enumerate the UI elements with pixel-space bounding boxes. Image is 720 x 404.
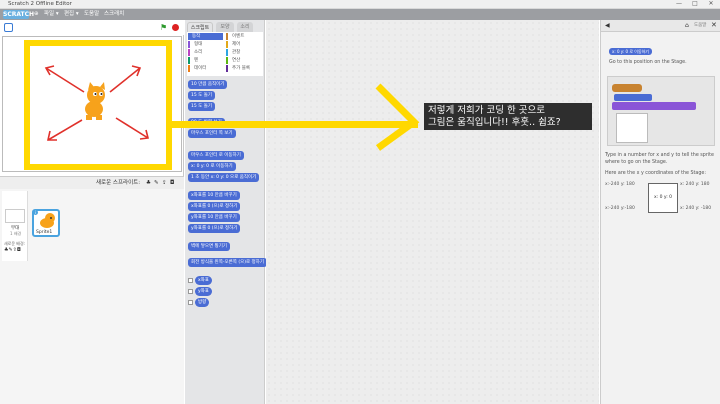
home-icon[interactable]: ⌂ [685, 22, 689, 29]
block-change-y[interactable]: y좌표를 10 만큼 바꾸기 [188, 213, 240, 222]
reporter-y-position[interactable]: y좌표 [195, 287, 212, 296]
checkbox-direction[interactable] [188, 300, 193, 305]
globe-icon[interactable]: ⊕ [34, 9, 39, 20]
checkbox-y-position[interactable] [188, 289, 193, 294]
category-sensing[interactable]: 관찰 [226, 49, 261, 56]
category-control[interactable]: 제어 [226, 41, 261, 48]
tab-scripts[interactable]: 스크립트 [187, 22, 213, 32]
tips-header: ◀ ⌂ 도움말 ✕ [601, 20, 720, 32]
stage-coordinate-diagram: x: 0 y: 0 [648, 183, 678, 213]
block-bounce[interactable]: 벽에 닿으면 튕기기 [188, 242, 230, 251]
reporter-direction[interactable]: 방향 [195, 298, 210, 307]
menu-bar: SCRATCH ⊕ 파일 ▾ 편집 ▾ 도움말 스크래치 [0, 9, 720, 20]
app-window: Scratch 2 Offline Editor — □ ✕ SCRATCH ⊕… [0, 0, 720, 404]
category-looks[interactable]: 형태 [188, 41, 223, 48]
camera-icon[interactable]: ◘ [170, 177, 174, 189]
stage-thumb-panel: 무대 1 배경 새로운 배경: ♣✎⇪◘ [2, 191, 28, 261]
tab-costumes[interactable]: 모양 [216, 22, 234, 32]
block-point-towards[interactable]: 마우스 포인터 쪽 보기 [188, 129, 236, 138]
info-icon[interactable]: i [33, 210, 38, 215]
close-tips-icon[interactable]: ✕ [711, 21, 717, 29]
tip-say-block [612, 102, 696, 110]
coord-top-left: x:-240 y: 180 [605, 182, 635, 187]
block-set-x[interactable]: x좌표를 0 (으)로 정하기 [188, 202, 241, 211]
tip-stage-preview [616, 113, 648, 143]
checkbox-x-position[interactable] [188, 278, 193, 283]
tab-sounds[interactable]: 소리 [237, 22, 253, 32]
category-sound[interactable]: 소리 [188, 49, 223, 56]
block-rotation-style[interactable]: 회전 방식을 왼쪽-오른쪽 (으)로 정하기 [188, 258, 267, 267]
paint-icon[interactable]: ✎ [154, 177, 159, 189]
yellow-arrow-head [375, 83, 420, 151]
cat-sprite-icon[interactable] [76, 82, 112, 122]
tip-motion-block [614, 94, 652, 101]
sprite-library-icon[interactable]: ♣ [146, 177, 151, 189]
back-icon[interactable]: ◀ [605, 22, 610, 29]
stage-thumbnail[interactable] [5, 209, 25, 223]
scratch-logo[interactable]: SCRATCH [3, 10, 34, 19]
scripts-area[interactable] [266, 20, 599, 404]
tips-title: 도움말 [694, 23, 707, 28]
fullscreen-icon[interactable] [4, 23, 13, 32]
menu-file[interactable]: 파일 ▾ [44, 9, 59, 20]
block-change-x[interactable]: x좌표를 10 만큼 바꾸기 [188, 191, 240, 200]
sprite-pane-header: 새로운 스프라이트: ♣ ✎ ⇪ ◘ [0, 177, 184, 189]
sprite-name: Sprite1 [36, 230, 53, 235]
cat-sprite-icon [40, 213, 55, 228]
menu-scratch[interactable]: 스크래치 [104, 9, 124, 20]
new-sprite-label: 새로운 스프라이트: [96, 180, 141, 186]
annotation-line-1: 저렇게 저희가 코딩 한 곳으로 [428, 105, 545, 116]
tip-when-flag-block [612, 84, 642, 92]
sprite-pane: 새로운 스프라이트: ♣ ✎ ⇪ ◘ 무대 1 배경 새로운 배경: ♣✎⇪◘ [0, 176, 184, 404]
tip-paragraph-2: Here are the x y coordinates of the Stag… [605, 171, 706, 176]
reporter-x-position[interactable]: x좌표 [195, 276, 212, 285]
category-events[interactable]: 이벤트 [226, 33, 261, 40]
upload-icon[interactable]: ⇪ [162, 177, 167, 189]
block-palette: 스크립트 모양 소리 동작 형태 소리 펜 데이터 이벤트 제어 관찰 연산 추… [185, 20, 267, 404]
tip-paragraph-1: Type in a number for x and y to tell the… [605, 153, 714, 165]
window-title: Scratch 2 Offline Editor [8, 1, 72, 7]
minimize-button[interactable]: — [672, 0, 686, 8]
backdrop-tools-icon[interactable]: ♣✎⇪◘ [4, 247, 21, 253]
category-more-blocks[interactable]: 추가 블록 [226, 65, 261, 72]
category-data[interactable]: 데이터 [188, 65, 223, 72]
menu-help[interactable]: 도움말 [84, 9, 99, 20]
block-go-to-xy[interactable]: x: 0 y: 0 로 이동하기 [188, 162, 236, 171]
sprite-thumbnail[interactable]: Sprite1 i [32, 209, 60, 237]
backdrop-count: 1 배경 [10, 231, 22, 236]
block-move-steps[interactable]: 10 만큼 움직이기 [188, 80, 228, 89]
menu-edit[interactable]: 편집 ▾ [64, 9, 79, 20]
annotation-line-2: 그림은 움직입니다!! 후훗.. 쉽죠? [428, 117, 561, 128]
tip-block-go-to-xy: x: 0 y: 0 로 이동하기 [609, 48, 652, 55]
category-pen[interactable]: 펜 [188, 57, 223, 64]
annotation-text-box: 저렇게 저희가 코딩 한 곳으로 그림은 움직입니다!! 후훗.. 쉽죠? [424, 103, 592, 130]
category-list: 동작 형태 소리 펜 데이터 이벤트 제어 관찰 연산 추가 블록 [187, 32, 263, 76]
coord-top-right: x: 240 y: 180 [680, 182, 710, 187]
coord-center: x: 0 y: 0 [654, 195, 673, 200]
stage-toolbar: ⚑ [0, 20, 184, 35]
block-turn-left[interactable]: 15 도 돌기 [188, 102, 216, 111]
category-operators[interactable]: 연산 [226, 57, 261, 64]
stop-icon[interactable] [172, 24, 179, 31]
tip-example-image [607, 76, 715, 146]
maximize-button[interactable]: □ [688, 0, 702, 8]
title-bar: Scratch 2 Offline Editor — □ ✕ [0, 0, 720, 9]
green-flag-icon[interactable]: ⚑ [160, 24, 168, 32]
close-button[interactable]: ✕ [704, 0, 718, 8]
coord-bottom-right: x: 240 y: -180 [680, 206, 712, 211]
block-go-to[interactable]: 마우스 포인터 로 이동하기 [188, 151, 244, 160]
block-set-y[interactable]: y좌표를 0 (으)로 정하기 [188, 224, 241, 233]
category-motion[interactable]: 동작 [188, 33, 223, 40]
block-glide[interactable]: 1 초 동안 x: 0 y: 0 으로 움직이기 [188, 173, 260, 182]
coord-bottom-left: x:-240 y:-180 [605, 206, 635, 211]
block-turn-right[interactable]: 15 도 돌기 [188, 91, 216, 100]
tip-go-to-text: Go to this position on the Stage. [609, 60, 687, 65]
